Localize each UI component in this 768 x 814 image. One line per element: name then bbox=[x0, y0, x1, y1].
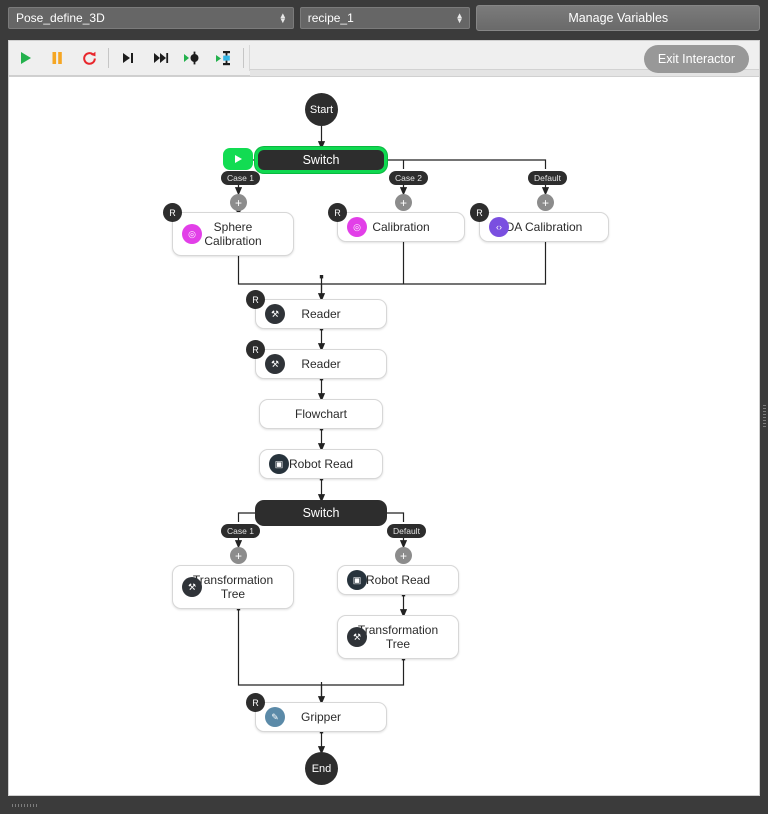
node-label: Flowchart bbox=[294, 407, 347, 421]
run-to-robot-icon bbox=[216, 50, 230, 65]
node-tree1[interactable]: ⚒ Transformation Tree bbox=[172, 565, 294, 609]
recipe-select-value: recipe_1 bbox=[307, 11, 354, 25]
exit-interactor-button[interactable]: Exit Interactor bbox=[643, 45, 749, 73]
recipe-badge[interactable]: R bbox=[246, 290, 265, 309]
horizontal-splitter[interactable] bbox=[0, 796, 768, 814]
branch-label-s1-default[interactable]: Default bbox=[528, 171, 567, 185]
node-reader2[interactable]: ⚒ Reader bbox=[255, 349, 387, 379]
play-icon bbox=[21, 52, 31, 64]
robot-icon: ▣ bbox=[347, 570, 367, 590]
add-node-plus-tree1[interactable]: + bbox=[230, 547, 247, 564]
run-from-here-badge[interactable] bbox=[223, 148, 253, 170]
node-switch2[interactable]: Switch bbox=[255, 500, 387, 526]
vertical-splitter[interactable] bbox=[760, 36, 768, 796]
code-icon: ‹› bbox=[489, 217, 509, 237]
reload-icon bbox=[82, 51, 96, 65]
node-label: Transformation Tree bbox=[357, 623, 439, 651]
node-label: Switch bbox=[302, 506, 340, 520]
step-controls bbox=[112, 41, 240, 75]
node-switch1[interactable]: Switch bbox=[255, 147, 387, 173]
node-start[interactable]: Start bbox=[305, 93, 338, 126]
target-icon: ◎ bbox=[182, 224, 202, 244]
play-icon bbox=[235, 155, 242, 163]
node-label: Robot Read bbox=[288, 457, 354, 471]
robot-icon: ▣ bbox=[269, 454, 289, 474]
add-node-plus-dacalib[interactable]: + bbox=[537, 194, 554, 211]
pause-button[interactable] bbox=[41, 42, 73, 74]
branch-label-s2-default[interactable]: Default bbox=[387, 524, 426, 538]
program-select[interactable]: Pose_define_3D ▲ ▼ bbox=[8, 7, 294, 29]
step-into-icon bbox=[123, 53, 133, 63]
splitter-grip-icon bbox=[12, 803, 38, 807]
node-gripper[interactable]: ✎ Gripper bbox=[255, 702, 387, 732]
add-node-plus-robot2[interactable]: + bbox=[395, 547, 412, 564]
debug-toolbar: Exit Interactor bbox=[8, 40, 760, 76]
chevron-updown-icon: ▲ ▼ bbox=[278, 11, 287, 25]
node-robot2[interactable]: ▣ Robot Read bbox=[337, 565, 459, 595]
interactor-window: Pose_define_3D ▲ ▼ recipe_1 ▲ ▼ Manage Var… bbox=[0, 0, 768, 814]
playback-controls bbox=[9, 41, 105, 75]
node-label: Gripper bbox=[300, 710, 341, 724]
reset-button[interactable] bbox=[73, 42, 105, 74]
run-to-node-icon bbox=[184, 51, 199, 65]
node-label: Reader bbox=[301, 357, 341, 371]
add-node-plus-calib[interactable]: + bbox=[395, 194, 412, 211]
branch-label-s1-case2[interactable]: Case 2 bbox=[389, 171, 428, 185]
node-label: Start bbox=[309, 103, 334, 116]
node-dacalib[interactable]: ‹› DA Calibration bbox=[479, 212, 609, 242]
branch-label-s2-case1[interactable]: Case 1 bbox=[221, 524, 260, 538]
step-over-icon bbox=[153, 53, 168, 63]
run-to-robot-button[interactable] bbox=[208, 42, 240, 74]
target-icon: ◎ bbox=[347, 217, 367, 237]
top-selector-bar: Pose_define_3D ▲ ▼ recipe_1 ▲ ▼ Manage Var… bbox=[0, 0, 768, 36]
node-label: Sphere Calibration bbox=[204, 220, 262, 248]
wrench-icon: ⚒ bbox=[347, 627, 367, 647]
recipe-badge[interactable]: R bbox=[246, 693, 265, 712]
flowchart-canvas[interactable]: Start Switch ◎ Sphere Calibration R ◎ Calibrat… bbox=[8, 76, 760, 796]
gripper-icon: ✎ bbox=[265, 707, 285, 727]
run-to-step-button[interactable] bbox=[176, 42, 208, 74]
manage-variables-button[interactable]: Manage Variables bbox=[476, 5, 760, 31]
node-label: Switch bbox=[302, 153, 340, 167]
wrench-icon: ⚒ bbox=[265, 354, 285, 374]
recipe-badge[interactable]: R bbox=[246, 340, 265, 359]
recipe-badge[interactable]: R bbox=[328, 203, 347, 222]
pause-icon bbox=[52, 52, 62, 64]
node-label: End bbox=[311, 762, 332, 775]
node-label: Transformation Tree bbox=[192, 573, 274, 601]
node-end[interactable]: End bbox=[305, 752, 338, 785]
recipe-badge[interactable]: R bbox=[163, 203, 182, 222]
add-node-plus-sphere[interactable]: + bbox=[230, 194, 247, 211]
connection-wires bbox=[234, 126, 550, 755]
node-reader1[interactable]: ⚒ Reader bbox=[255, 299, 387, 329]
step-into-button[interactable] bbox=[112, 42, 144, 74]
step-over-button[interactable] bbox=[144, 42, 176, 74]
node-sphere[interactable]: ◎ Sphere Calibration bbox=[172, 212, 294, 256]
toolbar-divider bbox=[243, 48, 244, 68]
node-label: Calibration bbox=[372, 220, 430, 234]
run-button[interactable] bbox=[9, 42, 41, 74]
toolbar-divider bbox=[108, 48, 109, 68]
node-label: Robot Read bbox=[365, 573, 431, 587]
chevron-updown-icon: ▲ ▼ bbox=[455, 11, 464, 25]
flowchart-graph: Start Switch ◎ Sphere Calibration R ◎ Calibrat… bbox=[9, 77, 759, 795]
recipe-select[interactable]: recipe_1 ▲ ▼ bbox=[299, 7, 471, 29]
node-calib[interactable]: ◎ Calibration bbox=[337, 212, 465, 242]
branch-label-s1-case1[interactable]: Case 1 bbox=[221, 171, 260, 185]
node-label: Reader bbox=[301, 307, 341, 321]
wrench-icon: ⚒ bbox=[182, 577, 202, 597]
node-robot1[interactable]: ▣ Robot Read bbox=[259, 449, 383, 479]
node-flow[interactable]: Flowchart bbox=[259, 399, 383, 429]
splitter-grip-icon bbox=[762, 405, 766, 427]
wrench-icon: ⚒ bbox=[265, 304, 285, 324]
recipe-badge[interactable]: R bbox=[470, 203, 489, 222]
program-select-value: Pose_define_3D bbox=[16, 11, 105, 25]
node-label: DA Calibration bbox=[505, 220, 583, 234]
node-tree2[interactable]: ⚒ Transformation Tree bbox=[337, 615, 459, 659]
